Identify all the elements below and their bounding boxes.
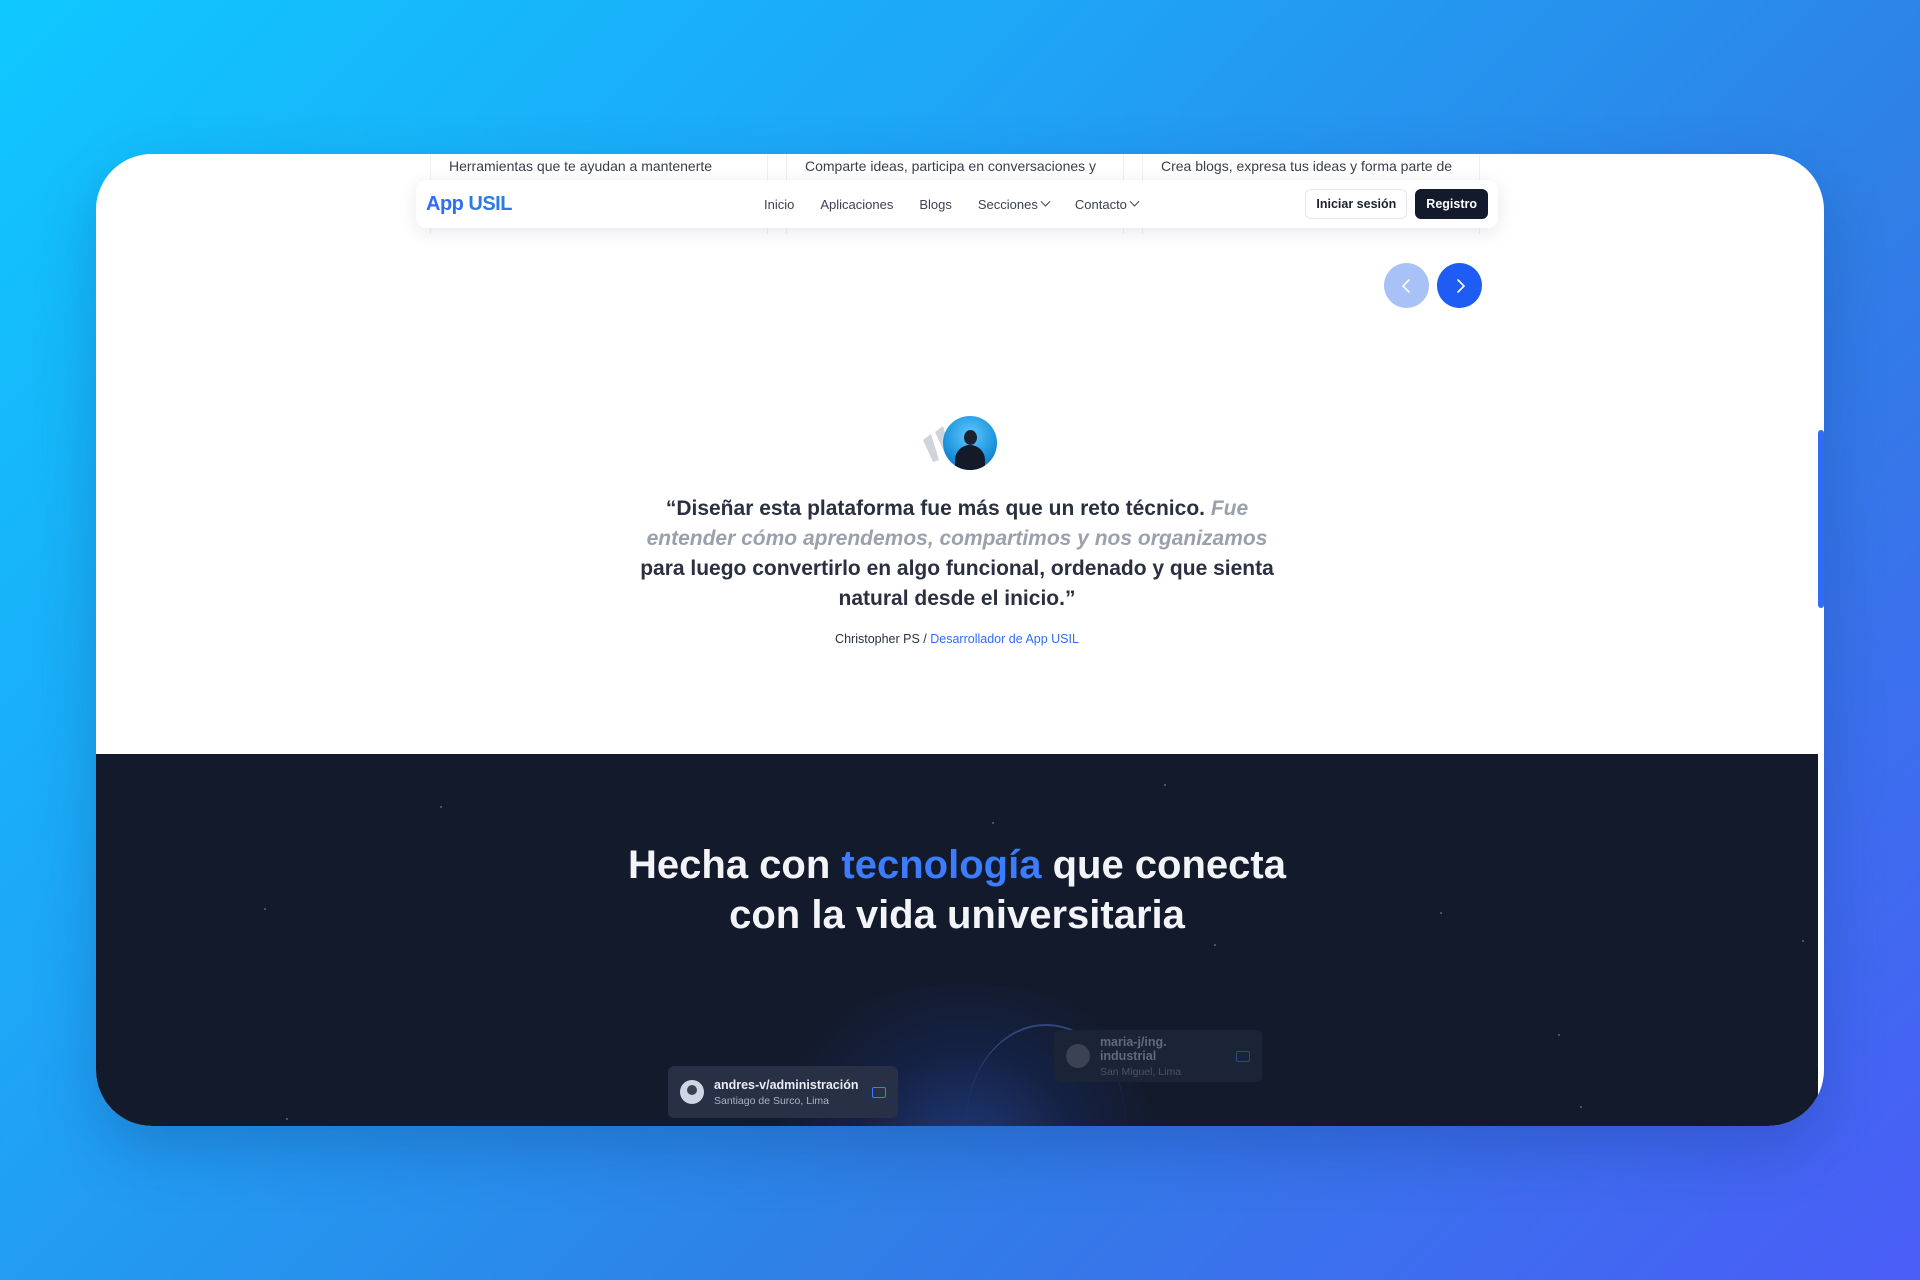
chevron-down-icon [1040, 196, 1051, 207]
feature-card-text: Crea blogs, expresa tus ideas y forma pa… [1161, 158, 1453, 174]
star [1164, 784, 1166, 786]
chevron-down-icon [1129, 196, 1140, 207]
star [1802, 940, 1804, 942]
nav-contacto[interactable]: Contacto [1074, 196, 1140, 212]
scrollbar[interactable] [1818, 430, 1824, 608]
login-button[interactable]: Iniciar sesión [1305, 189, 1408, 219]
nav-inicio[interactable]: Inicio [764, 197, 794, 212]
message-icon [1236, 1050, 1250, 1062]
author-avatar-group [917, 416, 997, 476]
headline-accent: tecnología [841, 843, 1042, 887]
testimonial-section: Herramientas que te ayudan a mantenerte … [96, 154, 1818, 754]
avatar [680, 1080, 704, 1104]
star [286, 1118, 288, 1120]
star [1558, 1034, 1560, 1036]
nav-secciones-label: Secciones [977, 196, 1038, 212]
auth-buttons: Iniciar sesión Registro [1305, 189, 1488, 219]
quote-text-strong: “Diseñar esta plataforma fue más que un … [665, 497, 1205, 520]
carousel-prev-button[interactable] [1384, 263, 1429, 308]
headline-part1: Hecha con [628, 843, 831, 887]
navbar: App USIL Inicio Aplicaciones Blogs Seccio… [416, 180, 1498, 228]
user-location-card[interactable]: andres-v/administración Santiago de Surc… [668, 1066, 898, 1118]
author-role: Desarrollador de App USIL [930, 632, 1079, 646]
user-location: Santiago de Surco, Lima [714, 1094, 829, 1107]
register-button[interactable]: Registro [1415, 189, 1488, 219]
tech-headline: Hecha con tecnología que conecta con la … [96, 840, 1818, 940]
carousel-next-button[interactable] [1437, 263, 1482, 308]
nav-secciones[interactable]: Secciones [977, 196, 1051, 212]
star [440, 806, 442, 808]
headline-part2: que conecta [1052, 843, 1286, 887]
user-location: San Miguel, Lima [1099, 1065, 1182, 1078]
feature-card-text: Comparte ideas, participa en conversacio… [805, 158, 1097, 174]
logo-usil-text: USIL [468, 192, 512, 215]
quote-text-end: para luego convertirlo en algo funcional… [640, 557, 1274, 610]
avatar [943, 416, 997, 470]
logo-app-text: App [426, 192, 464, 215]
logo[interactable]: App USIL [426, 193, 512, 216]
user-name: andres-v/administración [714, 1077, 859, 1092]
star [1580, 1106, 1582, 1108]
browser-window: Herramientas que te ayudan a mantenerte … [96, 154, 1824, 1126]
testimonial: “Diseñar esta plataforma fue más que un … [96, 416, 1818, 646]
nav-links: Inicio Aplicaciones Blogs Secciones Cont… [764, 196, 1140, 212]
headline-line2: con la vida universitaria [729, 893, 1185, 937]
nav-contacto-label: Contacto [1074, 196, 1127, 212]
user-name: maria-j/ing. industrial [1099, 1034, 1167, 1063]
testimonial-author: Christopher PS / Desarrollador de App US… [96, 632, 1818, 646]
carousel-arrows [1384, 263, 1482, 308]
avatar [1066, 1044, 1090, 1068]
message-icon [872, 1086, 886, 1098]
nav-aplicaciones[interactable]: Aplicaciones [820, 197, 893, 212]
user-location-card[interactable]: maria-j/ing. industrial San Miguel, Lima [1054, 1030, 1262, 1082]
star [1214, 944, 1216, 946]
tech-section: Hecha con tecnología que conecta con la … [96, 754, 1818, 1126]
chevron-right-icon [1456, 278, 1465, 293]
star [992, 822, 994, 824]
chevron-left-icon [1401, 278, 1410, 293]
feature-card-text: Herramientas que te ayudan a mantenerte [449, 158, 713, 174]
nav-blogs[interactable]: Blogs [919, 197, 952, 212]
author-name: Christopher PS / [835, 632, 927, 646]
testimonial-quote: “Diseñar esta plataforma fue más que un … [637, 494, 1277, 614]
